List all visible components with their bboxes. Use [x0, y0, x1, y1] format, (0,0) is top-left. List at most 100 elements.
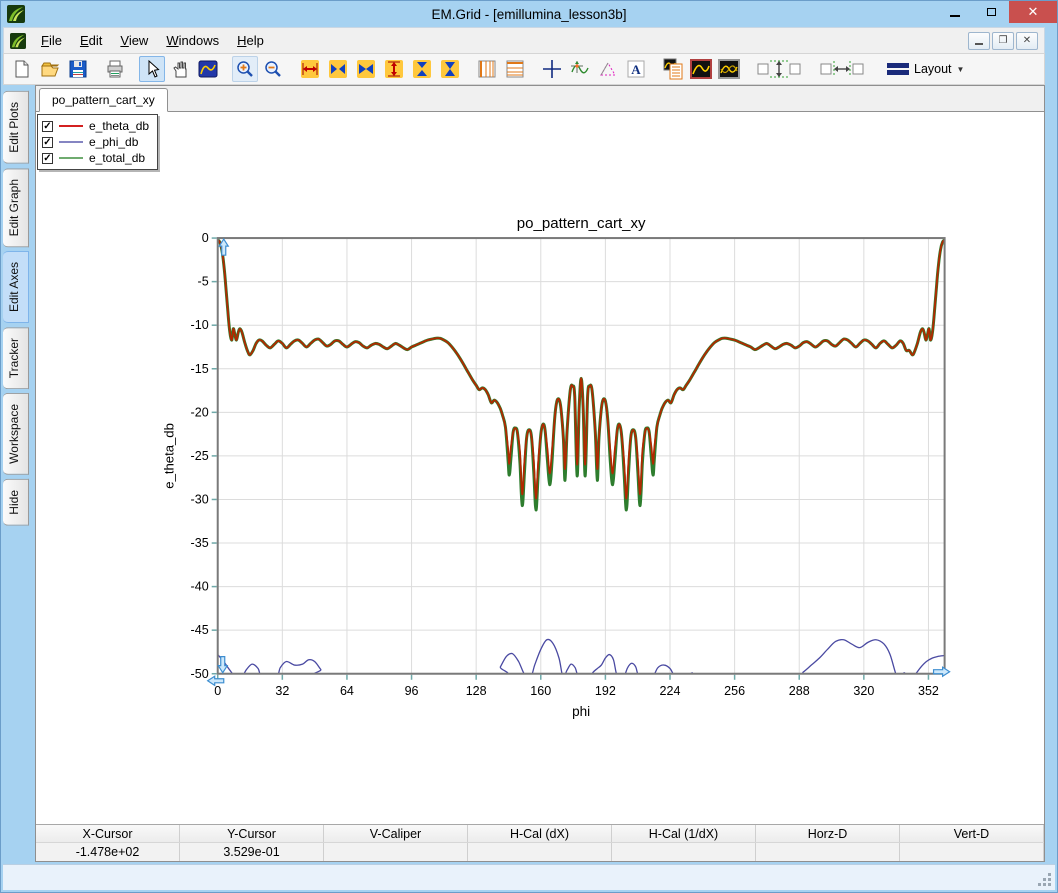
legend-label: e_theta_db — [89, 119, 149, 133]
sidebar-tab-tracker[interactable]: Tracker — [3, 327, 29, 389]
print-button[interactable] — [102, 56, 128, 82]
app-window: EM.Grid - [emillumina_lesson3b] ✕ FileEd… — [0, 0, 1058, 893]
select-arrow-icon — [142, 59, 162, 79]
plot-canvas[interactable]: 03264961281601922242562883203520-5-10-15… — [36, 112, 1044, 824]
legend-checkbox[interactable]: ✓ — [42, 137, 53, 148]
tracker-button[interactable] — [567, 56, 593, 82]
sidebar-tab-edit-plots[interactable]: Edit Plots — [3, 91, 29, 164]
equalize-vertical-button[interactable] — [753, 56, 805, 82]
y-spread-button[interactable] — [409, 56, 435, 82]
x-compress-button[interactable] — [353, 56, 379, 82]
vertical-gridlines-icon — [477, 59, 497, 79]
sidebar-tab-hide[interactable]: Hide — [3, 479, 29, 526]
status-bar: X-CursorY-CursorV-CaliperH-Cal (dX)H-Cal… — [36, 824, 1044, 861]
sidebar-tab-edit-graph[interactable]: Edit Graph — [3, 168, 29, 247]
title-bar: EM.Grid - [emillumina_lesson3b] ✕ — [1, 1, 1057, 27]
toolbar: A Layout ▼ — [3, 53, 1045, 85]
mdi-minimize-button[interactable] — [968, 32, 990, 50]
new-document-button[interactable] — [9, 56, 35, 82]
select-tool-button[interactable] — [139, 56, 165, 82]
x-tick-label: 352 — [918, 684, 939, 698]
menu-help[interactable]: Help — [228, 30, 273, 51]
zoom-out-icon — [263, 59, 283, 79]
maximize-button[interactable] — [973, 1, 1009, 23]
new-document-icon — [12, 59, 32, 79]
legend-checkbox[interactable]: ✓ — [42, 121, 53, 132]
y-tick-label: -30 — [191, 492, 209, 506]
chart[interactable]: 03264961281601922242562883203520-5-10-15… — [36, 112, 1044, 824]
plot-mode-button[interactable] — [195, 56, 221, 82]
y-expand-button[interactable] — [381, 56, 407, 82]
status-header: H-Cal (1/dX) — [612, 825, 756, 842]
mdi-close-button[interactable]: ✕ — [1016, 32, 1038, 50]
save-floppy-icon — [68, 59, 88, 79]
menu-file[interactable]: File — [32, 30, 71, 51]
y-tick-label: -10 — [191, 318, 209, 332]
sidebar-tab-workspace[interactable]: Workspace — [3, 393, 29, 475]
text-annotation-button[interactable]: A — [623, 56, 649, 82]
y-tick-label: -50 — [191, 667, 209, 681]
crosshair-button[interactable] — [539, 56, 565, 82]
legend-box[interactable]: ✓ e_theta_db ✓ e_phi_db✓e_total_db — [37, 114, 158, 170]
x-right-cursor-handle[interactable] — [934, 667, 950, 676]
x-tick-label: 320 — [853, 684, 874, 698]
legend-row-e_theta_db[interactable]: ✓ e_theta_db — [42, 118, 149, 134]
x-expand-button[interactable] — [297, 56, 323, 82]
horizontal-gridlines-button[interactable] — [502, 56, 528, 82]
x-tick-label: 128 — [466, 684, 487, 698]
legend-label: e_phi_db — [89, 135, 138, 149]
y-compress-button[interactable] — [437, 56, 463, 82]
zoom-out-button[interactable] — [260, 56, 286, 82]
chart-title: po_pattern_cart_xy — [517, 215, 646, 232]
vertical-gridlines-button[interactable] — [474, 56, 500, 82]
legend-line-sample — [59, 157, 83, 159]
x-tick-label: 192 — [595, 684, 616, 698]
client-area: FileEditViewWindowsHelp ❐ ✕ — [3, 27, 1045, 862]
tab-strip: po_pattern_cart_xy — [36, 86, 1044, 112]
status-header: H-Cal (dX) — [468, 825, 612, 842]
minimize-button[interactable] — [937, 1, 973, 23]
close-button[interactable]: ✕ — [1009, 1, 1057, 23]
window-title: EM.Grid - [emillumina_lesson3b] — [1, 7, 1057, 22]
multi-plot-button[interactable] — [716, 56, 742, 82]
status-header: Vert-D — [900, 825, 1044, 842]
equalize-horizontal-button[interactable] — [816, 56, 868, 82]
legend-checkbox[interactable]: ✓ — [42, 153, 53, 164]
menu-view[interactable]: View — [111, 30, 157, 51]
sidebar-tab-edit-axes[interactable]: Edit Axes — [3, 251, 29, 323]
save-button[interactable] — [65, 56, 91, 82]
zoom-in-button[interactable] — [232, 56, 258, 82]
status-value: -1.478e+02 — [36, 843, 180, 861]
legend-line-sample — [59, 125, 83, 127]
plot-report-button[interactable] — [660, 56, 686, 82]
resize-grip[interactable] — [1048, 883, 1051, 886]
pan-tool-button[interactable] — [167, 56, 193, 82]
caliper-button[interactable] — [595, 56, 621, 82]
doc-tab[interactable]: po_pattern_cart_xy — [39, 88, 168, 112]
series-e_total_db — [218, 240, 945, 510]
y-compress-icon — [440, 59, 460, 79]
status-value — [612, 843, 756, 861]
single-plot-button[interactable] — [688, 56, 714, 82]
layout-button[interactable]: Layout ▼ — [879, 59, 972, 79]
legend-line-sample — [59, 141, 83, 143]
sidebar: Edit Plots Edit Graph Edit Axes Tracker Work… — [3, 85, 35, 862]
x-spread-icon — [328, 59, 348, 79]
status-value — [900, 843, 1044, 861]
horizontal-gridlines-icon — [505, 59, 525, 79]
menu-edit[interactable]: Edit — [71, 30, 111, 51]
single-plot-icon — [690, 58, 712, 80]
x-axis-label: phi — [572, 704, 590, 719]
mdi-restore-button[interactable]: ❐ — [992, 32, 1014, 50]
legend-row-e_total_db[interactable]: ✓e_total_db — [42, 150, 149, 166]
legend-row-e_phi_db[interactable]: ✓ e_phi_db — [42, 134, 149, 150]
chevron-down-icon: ▼ — [957, 65, 965, 74]
svg-text:A: A — [631, 62, 641, 77]
y-tick-label: 0 — [202, 231, 209, 245]
x-tick-label: 224 — [660, 684, 681, 698]
open-file-button[interactable] — [37, 56, 63, 82]
x-compress-icon — [356, 59, 376, 79]
menu-windows[interactable]: Windows — [157, 30, 228, 51]
caliper-triangle-icon — [598, 59, 618, 79]
x-spread-button[interactable] — [325, 56, 351, 82]
